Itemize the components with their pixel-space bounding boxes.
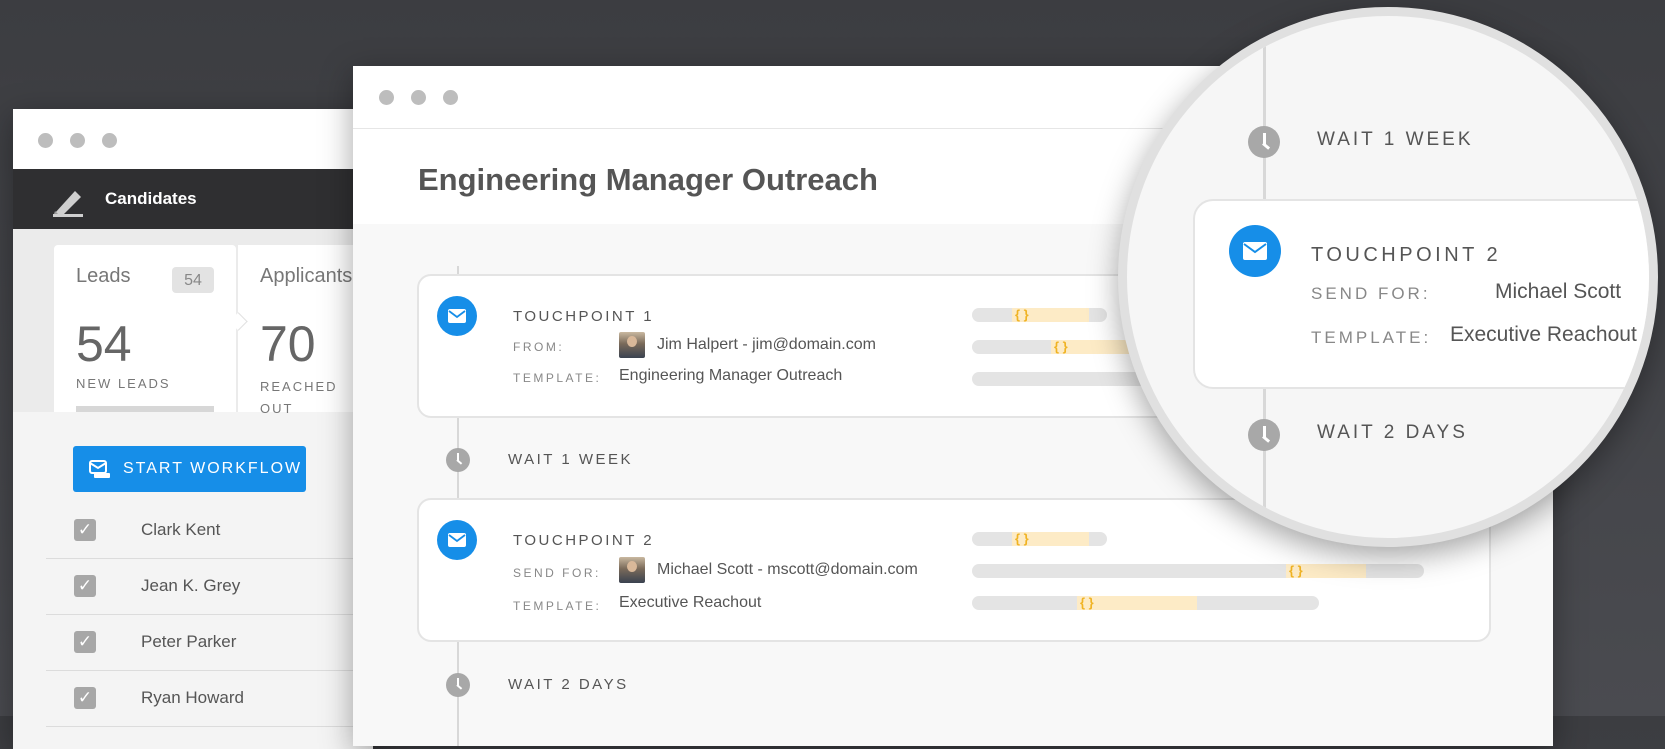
list-item[interactable]: ✓ Clark Kent xyxy=(46,503,373,559)
wait-label: WAIT 2 DAYS xyxy=(508,676,629,693)
avatar xyxy=(619,557,645,583)
clock-icon xyxy=(1248,126,1280,158)
page-title: Engineering Manager Outreach xyxy=(418,162,878,197)
brace-text: { } xyxy=(1015,531,1029,546)
touchpoint-title: TOUCHPOINT 2 xyxy=(1311,244,1502,266)
send-for-label: SEND FOR: xyxy=(1311,284,1431,303)
checkbox-icon[interactable]: ✓ xyxy=(74,519,96,541)
template-label: TEMPLATE: xyxy=(1311,328,1432,347)
candidate-name: Peter Parker xyxy=(141,632,237,651)
workflow-icon xyxy=(89,460,110,478)
envelope-icon xyxy=(437,296,477,336)
candidate-name: Ryan Howard xyxy=(141,688,244,707)
brace-text: { } xyxy=(1054,339,1068,354)
list-item[interactable]: ✓ Ryan Howard xyxy=(46,671,373,727)
applicants-count: 70 xyxy=(260,316,316,372)
start-workflow-button[interactable]: START WORKFLOW xyxy=(73,446,306,492)
checkbox-icon[interactable]: ✓ xyxy=(74,687,96,709)
candidates-window: Candidates Leads 54 54 NEW LEADS Applica… xyxy=(13,109,373,749)
brace-text: { } xyxy=(1080,595,1094,610)
candidate-name: Jean K. Grey xyxy=(141,576,241,595)
brace-text: { } xyxy=(1015,307,1029,322)
send-for-value: Michael Scott xyxy=(1495,280,1622,303)
candidate-name: Clark Kent xyxy=(141,520,221,539)
wait-label: WAIT 2 DAYS xyxy=(1317,422,1468,443)
template-value: Executive Reachout xyxy=(1450,323,1637,346)
tab-leads-label: Leads xyxy=(76,265,131,287)
merge-field: { } xyxy=(1077,596,1197,610)
list-item[interactable]: ✓ Jean K. Grey xyxy=(46,559,373,615)
from-label: FROM: xyxy=(513,340,565,354)
from-value: Jim Halpert - jim@domain.com xyxy=(619,332,876,358)
wait-label: WAIT 1 WEEK xyxy=(1317,129,1474,150)
clock-icon xyxy=(1248,419,1280,451)
nav-title: Candidates xyxy=(105,189,197,208)
wait-label: WAIT 1 WEEK xyxy=(508,451,634,468)
sender-text: Jim Halpert - jim@domain.com xyxy=(657,336,876,354)
touchpoint-card-zoomed[interactable]: TOUCHPOINT 2 SEND FOR: Michael Scott TEM… xyxy=(1193,199,1649,389)
leads-count: 54 xyxy=(76,316,132,372)
window-controls[interactable] xyxy=(38,133,117,148)
pencil-logo-icon xyxy=(53,191,83,217)
list-item[interactable]: ✓ Peter Parker xyxy=(46,615,373,671)
clock-icon xyxy=(446,448,470,472)
wait-step-1[interactable]: WAIT 1 WEEK xyxy=(353,440,953,480)
recipient-text: Michael Scott - mscott@domain.com xyxy=(657,561,918,579)
clock-icon xyxy=(446,673,470,697)
tabs-area: Leads 54 54 NEW LEADS Applicants 70 REAC… xyxy=(13,229,373,416)
tab-applicants-label: Applicants xyxy=(260,265,353,287)
wait-step-2[interactable]: WAIT 2 DAYS xyxy=(353,665,953,705)
send-for-label: SEND FOR: xyxy=(513,566,601,580)
candidate-list: ✓ Clark Kent ✓ Jean K. Grey ✓ Peter Park… xyxy=(46,503,373,727)
template-label: TEMPLATE: xyxy=(513,371,602,385)
active-tab-indicator xyxy=(76,406,214,412)
checkbox-icon[interactable]: ✓ xyxy=(74,631,96,653)
tab-leads[interactable]: Leads 54 54 NEW LEADS xyxy=(54,245,236,412)
template-value: Executive Reachout xyxy=(619,594,762,611)
merge-field: { } xyxy=(1012,532,1089,546)
merge-field: { } xyxy=(1051,340,1131,354)
leads-caption: NEW LEADS xyxy=(76,376,171,391)
template-value: Engineering Manager Outreach xyxy=(619,367,843,384)
magnifier-lens: WAIT 1 WEEK TOUCHPOINT 2 SEND FOR: Micha… xyxy=(1118,7,1658,547)
avatar xyxy=(619,332,645,358)
checkbox-icon[interactable]: ✓ xyxy=(74,575,96,597)
window-titlebar xyxy=(13,109,373,169)
send-for-value: Michael Scott - mscott@domain.com xyxy=(619,557,918,583)
window-controls[interactable] xyxy=(379,90,458,105)
applicants-caption: REACHED OUT xyxy=(260,379,338,416)
touchpoint-title: TOUCHPOINT 1 xyxy=(513,308,655,325)
template-label: TEMPLATE: xyxy=(513,599,602,613)
merge-field: { } xyxy=(1012,308,1089,322)
tab-leads-badge: 54 xyxy=(172,267,214,293)
candidates-nav-bar: Candidates xyxy=(13,169,373,229)
start-workflow-label: START WORKFLOW xyxy=(123,460,303,477)
envelope-icon xyxy=(437,520,477,560)
touchpoint-title: TOUCHPOINT 2 xyxy=(513,532,655,549)
merge-field: { } xyxy=(1286,564,1366,578)
brace-text: { } xyxy=(1289,563,1303,578)
envelope-icon xyxy=(1229,225,1281,277)
